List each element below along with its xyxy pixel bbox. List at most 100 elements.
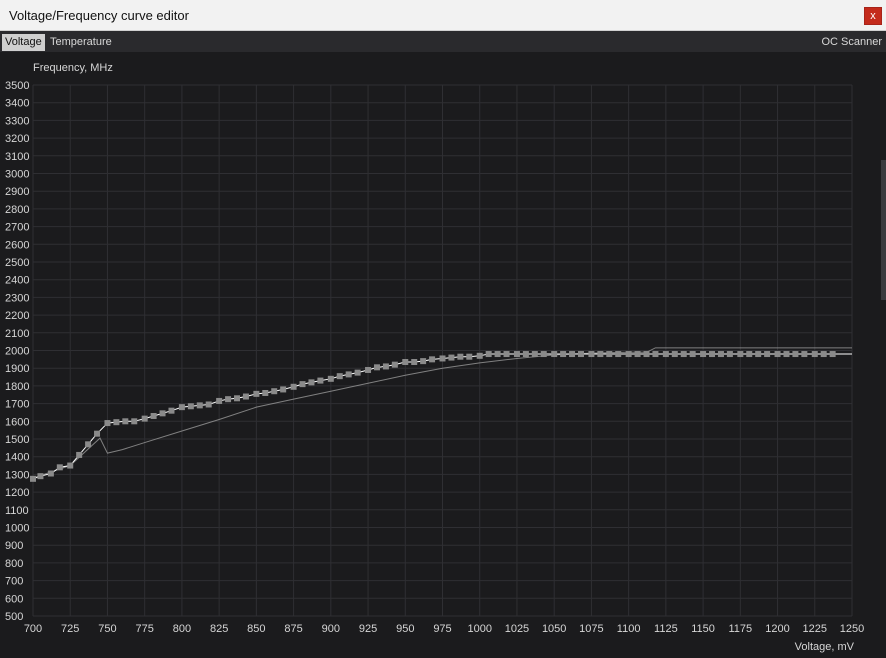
- curve-point[interactable]: [85, 441, 92, 448]
- curve-point[interactable]: [569, 351, 576, 358]
- curve-point[interactable]: [652, 351, 659, 358]
- oc-scanner-button[interactable]: OC Scanner: [821, 34, 882, 51]
- curve-point[interactable]: [615, 351, 622, 358]
- curve-point[interactable]: [253, 390, 260, 397]
- curve-point[interactable]: [801, 351, 808, 358]
- curve-point[interactable]: [531, 351, 538, 358]
- curve-point[interactable]: [365, 366, 372, 373]
- curve-point[interactable]: [299, 381, 306, 388]
- curve-point[interactable]: [774, 351, 781, 358]
- curve-point[interactable]: [196, 402, 203, 409]
- curve-point[interactable]: [726, 351, 733, 358]
- tab-temperature[interactable]: Temperature: [47, 34, 115, 51]
- x-tick-label: 725: [61, 623, 79, 635]
- tab-voltage[interactable]: Voltage: [2, 34, 45, 51]
- curve-point[interactable]: [317, 377, 324, 384]
- curve-point[interactable]: [551, 351, 558, 358]
- curve-point[interactable]: [94, 430, 101, 437]
- curve-point[interactable]: [709, 351, 716, 358]
- curve-point[interactable]: [131, 418, 138, 425]
- y-tick-label: 3500: [5, 80, 29, 92]
- curve-point[interactable]: [56, 464, 63, 471]
- curve-point[interactable]: [485, 351, 492, 358]
- curve-point[interactable]: [187, 403, 194, 410]
- curve-point[interactable]: [30, 475, 36, 482]
- curve-point[interactable]: [588, 351, 595, 358]
- curve-point[interactable]: [336, 373, 343, 380]
- curve-point[interactable]: [345, 371, 352, 378]
- curve-point[interactable]: [242, 393, 249, 400]
- curve-point[interactable]: [746, 351, 753, 358]
- curve-point[interactable]: [76, 451, 83, 458]
- curve-point[interactable]: [216, 397, 223, 404]
- curve-point[interactable]: [597, 351, 604, 358]
- curve-point[interactable]: [420, 358, 427, 365]
- curve-point[interactable]: [560, 351, 567, 358]
- curve-point[interactable]: [680, 351, 687, 358]
- curve-point[interactable]: [513, 351, 520, 358]
- curve-point[interactable]: [476, 352, 483, 359]
- curve-point[interactable]: [37, 473, 44, 480]
- curve-point[interactable]: [439, 355, 446, 362]
- curve-point[interactable]: [429, 356, 436, 363]
- curve-point[interactable]: [466, 353, 473, 360]
- close-button[interactable]: x: [864, 7, 882, 25]
- curve-point[interactable]: [625, 351, 632, 358]
- curve-point[interactable]: [67, 462, 74, 469]
- curve-point[interactable]: [391, 361, 398, 368]
- curve-point[interactable]: [354, 369, 361, 376]
- curve-point[interactable]: [159, 410, 166, 417]
- curve-point[interactable]: [448, 354, 455, 361]
- curve-point[interactable]: [494, 351, 501, 358]
- curve-point[interactable]: [290, 383, 297, 390]
- curve-point[interactable]: [402, 359, 409, 366]
- curve-point[interactable]: [262, 389, 269, 396]
- vf-curve-chart[interactable]: Frequency, MHz Voltage, mV 500 600 700 800 9…: [0, 52, 886, 658]
- curve-point[interactable]: [689, 351, 696, 358]
- curve-point[interactable]: [225, 396, 232, 403]
- curve-point[interactable]: [168, 407, 175, 414]
- curve-point[interactable]: [634, 351, 641, 358]
- curve-point[interactable]: [47, 470, 54, 477]
- curve-point[interactable]: [373, 364, 380, 371]
- curve-point[interactable]: [382, 363, 389, 370]
- y-tick-label: 1000: [5, 523, 29, 535]
- curve-point[interactable]: [280, 386, 287, 393]
- curve-point[interactable]: [811, 351, 818, 358]
- curve-point[interactable]: [606, 351, 613, 358]
- curve-point[interactable]: [327, 375, 334, 382]
- curve-point[interactable]: [113, 419, 120, 426]
- curve-point[interactable]: [122, 418, 129, 425]
- curve-point[interactable]: [150, 412, 157, 419]
- curve-point[interactable]: [737, 351, 744, 358]
- x-tick-label: 925: [359, 623, 377, 635]
- curve-point[interactable]: [457, 353, 464, 360]
- curve-point[interactable]: [104, 420, 111, 427]
- curve-point[interactable]: [671, 351, 678, 358]
- curve-point[interactable]: [234, 395, 241, 402]
- curve-point[interactable]: [643, 351, 650, 358]
- curve-point[interactable]: [577, 351, 584, 358]
- curve-point[interactable]: [141, 415, 148, 422]
- curve-point[interactable]: [764, 351, 771, 358]
- x-tick-label: 700: [24, 623, 42, 635]
- curve-point[interactable]: [783, 351, 790, 358]
- curve-point[interactable]: [271, 388, 278, 395]
- curve-point[interactable]: [308, 379, 315, 386]
- x-tick-label: 1150: [691, 623, 715, 635]
- x-tick-label: 1050: [542, 623, 566, 635]
- curve-point[interactable]: [540, 351, 547, 358]
- curve-point[interactable]: [755, 351, 762, 358]
- curve-point[interactable]: [700, 351, 707, 358]
- curve-point[interactable]: [205, 401, 212, 408]
- window-edge-scrollbar[interactable]: [881, 160, 886, 300]
- curve-point[interactable]: [717, 351, 724, 358]
- curve-point[interactable]: [522, 351, 529, 358]
- curve-point[interactable]: [411, 359, 418, 366]
- curve-point[interactable]: [792, 351, 799, 358]
- curve-point[interactable]: [820, 351, 827, 358]
- curve-point[interactable]: [178, 404, 185, 411]
- curve-point[interactable]: [829, 351, 836, 358]
- curve-point[interactable]: [503, 351, 510, 358]
- curve-point[interactable]: [662, 351, 669, 358]
